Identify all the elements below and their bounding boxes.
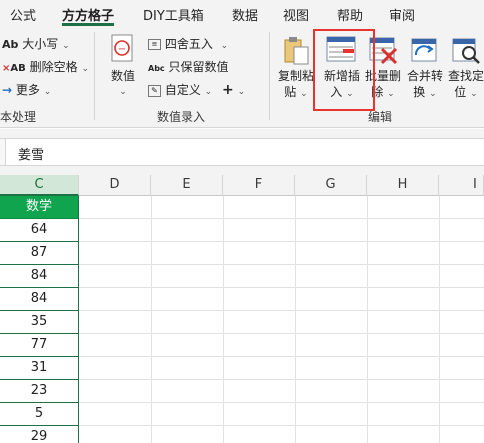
case-icon: Ab [2,38,19,51]
group-separator [94,32,95,120]
arrow-right-icon: → [2,83,13,97]
svg-text:−: − [118,44,126,55]
chevron-down-icon: ⌄ [300,89,308,99]
table-cell[interactable]: 84 [0,288,79,311]
table-cell[interactable]: 5 [0,403,79,426]
column-header-d[interactable]: D [79,175,151,196]
find-icon [452,35,482,65]
chevron-down-icon: ⌄ [429,89,437,99]
custom-edit-icon: ✎ [148,84,161,97]
column-header-e[interactable]: E [151,175,223,196]
column-header-h[interactable]: H [367,175,439,196]
ribbon-tab-strip: 公式 方方格子 DIY工具箱 数据 视图 帮助 审阅 [0,0,484,26]
chevron-down-icon: ⌄ [81,64,89,74]
formula-bar-divider [0,139,6,165]
ribbon-panel: Ab 大小写 ⌄ ×AB 删除空格 ⌄ → 更多 ⌄ 本处理 − 数值 ⌄ ≡ … [0,26,484,128]
formula-bar[interactable]: 姜雪 [0,138,484,166]
highlight-box [313,29,375,111]
clipboard-icon [282,35,310,65]
table-cell[interactable]: 64 [0,219,79,242]
column-header-c[interactable]: C [0,175,79,196]
table-cell[interactable]: 87 [0,242,79,265]
table-cell[interactable]: 84 [0,265,79,288]
chevron-down-icon: ⌄ [62,41,70,51]
chevron-down-icon: ⌄ [43,87,52,97]
tab-view[interactable]: 视图 [283,5,309,24]
formula-bar-value[interactable]: 姜雪 [18,144,44,163]
table-cell[interactable]: 23 [0,380,79,403]
find-locate-button[interactable]: 查找定 位 ⌄ [446,68,484,102]
chevron-down-icon: ⌄ [387,89,395,99]
merge-convert-button[interactable]: 合并转 换 ⌄ [405,68,445,102]
column-c-header-cell[interactable]: 数学 [0,196,79,219]
value-icon: − [108,34,136,64]
column-header-f[interactable]: F [223,175,295,196]
value-button[interactable]: 数值 ⌄ [108,68,138,100]
spreadsheet-grid[interactable]: 数学 64 87 84 84 35 77 31 23 5 29 [0,196,484,443]
tab-formulas[interactable]: 公式 [10,5,36,24]
abc-icon: Abc [148,64,165,73]
table-cell[interactable]: 35 [0,311,79,334]
copy-paste-button[interactable]: 复制粘 贴 ⌄ [278,68,314,102]
tab-fangfang-gezi[interactable]: 方方格子 [62,5,114,24]
table-cell[interactable]: 31 [0,357,79,380]
number-group-label: 数值录入 [157,110,206,124]
plus-icon[interactable]: + [222,82,234,98]
chevron-down-icon: ⌄ [220,41,229,51]
keep-value-button[interactable]: Abc 只保留数值 [148,59,229,77]
tab-review[interactable]: 审阅 [389,5,415,24]
column-header-i[interactable]: I [439,175,484,196]
chevron-down-icon: ⌄ [119,87,127,97]
remove-spaces-button[interactable]: ×AB 删除空格 ⌄ [2,59,89,77]
tab-help[interactable]: 帮助 [337,5,363,24]
round-button[interactable]: ≡ 四舍五入 ⌄ [148,36,228,54]
custom-button[interactable]: ✎ 自定义 ⌄ + ⌄ [148,82,245,100]
remove-spaces-icon: ×AB [2,63,26,74]
chevron-down-icon: ⌄ [204,87,213,97]
table-cell[interactable]: 77 [0,334,79,357]
group-separator [269,32,270,120]
case-button[interactable]: Ab 大小写 ⌄ [2,36,70,54]
tab-diy-toolbox[interactable]: DIY工具箱 [143,5,204,24]
chevron-down-icon: ⌄ [237,87,246,97]
tab-data[interactable]: 数据 [232,5,258,24]
round-icon: ≡ [148,39,161,50]
merge-convert-icon [410,35,440,65]
text-group-label: 本处理 [0,110,37,124]
more-button[interactable]: → 更多 ⌄ [2,82,51,100]
table-cell[interactable]: 29 [0,426,79,443]
chevron-down-icon: ⌄ [470,89,478,99]
column-header-g[interactable]: G [295,175,367,196]
